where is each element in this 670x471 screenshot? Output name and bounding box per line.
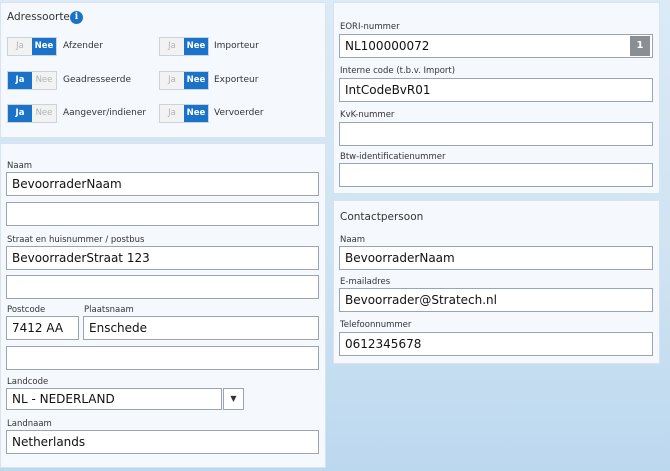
- contact-title: Contactpersoon: [340, 211, 424, 223]
- vat-label: Btw-identificatienummer: [340, 152, 446, 162]
- phone-input[interactable]: 0612345678: [339, 332, 653, 356]
- email-label: E-mailadres: [340, 277, 391, 287]
- street-label: Straat en huisnummer / postbus: [7, 235, 145, 245]
- toggle-vervoerder[interactable]: Ja Nee: [159, 104, 209, 123]
- toggle-aangever[interactable]: Ja Nee: [7, 104, 57, 123]
- toggle-exporteur[interactable]: Ja Nee: [159, 71, 209, 90]
- city-label: Plaatsnaam: [84, 305, 134, 315]
- contact-name-input[interactable]: BevoorraderNaam: [339, 246, 653, 270]
- country-code-label: Landcode: [7, 377, 49, 387]
- postcode-label: Postcode: [7, 305, 46, 315]
- toggle-no[interactable]: Nee: [184, 105, 208, 122]
- toggle-yes[interactable]: Ja: [8, 38, 32, 55]
- phone-label: Telefoonnummer: [340, 320, 412, 330]
- postcode-input[interactable]: 7412 AA: [6, 316, 79, 340]
- toggle-no[interactable]: Nee: [32, 105, 56, 122]
- toggle-yes[interactable]: Ja: [160, 72, 184, 89]
- eori-input[interactable]: NL100000072: [339, 34, 653, 58]
- name-label: Naam: [7, 161, 33, 171]
- toggle-geadresseerde[interactable]: Ja Nee: [7, 71, 57, 90]
- toggle-label-afzender: Afzender: [63, 41, 103, 51]
- street-input[interactable]: BevoorraderStraat 123: [6, 246, 319, 270]
- country-code-select[interactable]: NL - NEDERLAND: [6, 388, 222, 410]
- vat-input[interactable]: [339, 163, 653, 187]
- toggle-yes[interactable]: Ja: [8, 72, 32, 89]
- internal-code-label: Interne code (t.b.v. Import): [340, 66, 456, 76]
- address-types-title: Adressoorten: [7, 11, 77, 23]
- country-name-input[interactable]: Netherlands: [6, 430, 319, 454]
- email-input[interactable]: Bevoorrader@Stratech.nl: [339, 288, 653, 312]
- toggle-importeur[interactable]: Ja Nee: [159, 37, 209, 56]
- toggle-yes[interactable]: Ja: [160, 38, 184, 55]
- toggle-label-vervoerder: Vervoerder: [214, 108, 264, 118]
- toggle-afzender[interactable]: Ja Nee: [7, 37, 57, 56]
- name-input[interactable]: BevoorraderNaam: [6, 172, 319, 196]
- toggle-no[interactable]: Nee: [184, 38, 208, 55]
- toggle-no[interactable]: Nee: [32, 72, 56, 89]
- address-extra-input[interactable]: [6, 346, 319, 370]
- eori-label: EORI-nummer: [340, 22, 400, 32]
- country-name-label: Landnaam: [7, 419, 52, 429]
- chevron-down-icon[interactable]: ▼: [223, 388, 244, 410]
- name2-input[interactable]: [6, 202, 319, 226]
- kvk-input[interactable]: [339, 122, 653, 146]
- toggle-yes[interactable]: Ja: [8, 105, 32, 122]
- eori-count-badge: 1: [630, 36, 650, 56]
- toggle-label-exporteur: Exporteur: [214, 75, 259, 85]
- info-icon[interactable]: i: [70, 11, 83, 24]
- toggle-label-importeur: Importeur: [214, 41, 259, 51]
- kvk-label: KvK-nummer: [340, 110, 395, 120]
- toggle-no[interactable]: Nee: [32, 38, 56, 55]
- toggle-label-aangever: Aangever/indiener: [63, 108, 147, 118]
- toggle-no[interactable]: Nee: [184, 72, 208, 89]
- toggle-yes[interactable]: Ja: [160, 105, 184, 122]
- contact-name-label: Naam: [340, 235, 366, 245]
- internal-code-input[interactable]: IntCodeBvR01: [339, 78, 653, 102]
- toggle-label-geadresseerde: Geadresseerde: [63, 75, 132, 85]
- city-input[interactable]: Enschede: [83, 316, 319, 340]
- street2-input[interactable]: [6, 275, 319, 299]
